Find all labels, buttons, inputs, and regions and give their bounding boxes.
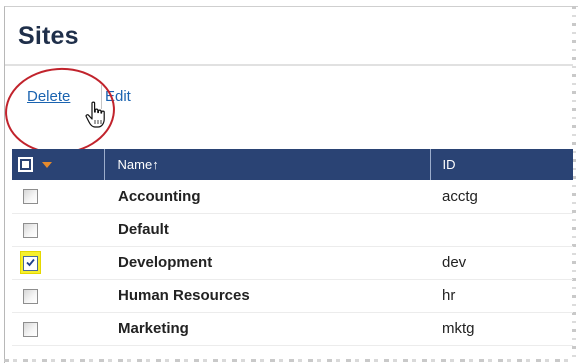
row-checkbox[interactable] [23, 222, 38, 238]
id-column-header[interactable]: ID [430, 149, 573, 180]
name-column-label: Name [117, 157, 153, 172]
site-id [430, 213, 573, 247]
hand-pointer-icon [85, 101, 105, 128]
row-checkbox-checked[interactable] [23, 255, 38, 271]
table-row[interactable]: Accounting acctg [12, 180, 573, 214]
site-name[interactable]: Human Resources [104, 279, 430, 313]
check-icon [26, 258, 35, 266]
sites-table: Name↑ ID Accounting acctg Default Develo… [12, 149, 573, 346]
site-name[interactable]: Marketing [104, 312, 430, 346]
site-name[interactable]: Accounting [104, 180, 430, 214]
page-title: Sites [18, 22, 79, 50]
title-divider [5, 64, 573, 66]
checkbox-highlight [20, 251, 41, 274]
row-checkbox[interactable] [23, 189, 38, 205]
table-row[interactable]: Development dev [12, 246, 573, 280]
table-row[interactable]: Human Resources hr [12, 279, 573, 313]
site-id: dev [430, 246, 573, 280]
site-id: mktg [430, 312, 573, 346]
site-id: acctg [430, 180, 573, 214]
row-checkbox[interactable] [23, 321, 38, 337]
name-column-header[interactable]: Name↑ [104, 149, 431, 180]
dropdown-arrow-icon[interactable] [42, 161, 52, 168]
table-row[interactable]: Marketing mktg [12, 312, 573, 346]
row-checkbox[interactable] [23, 288, 38, 304]
site-name[interactable]: Default [104, 213, 430, 247]
table-header-row: Name↑ ID [12, 149, 573, 180]
site-id: hr [430, 279, 573, 313]
table-row[interactable]: Default [12, 213, 573, 247]
select-all-header[interactable] [12, 149, 105, 180]
torn-edge-bottom [4, 359, 574, 362]
site-name[interactable]: Development [104, 246, 430, 280]
sort-ascending-icon: ↑ [152, 157, 159, 172]
select-all-checkbox[interactable] [18, 157, 33, 172]
